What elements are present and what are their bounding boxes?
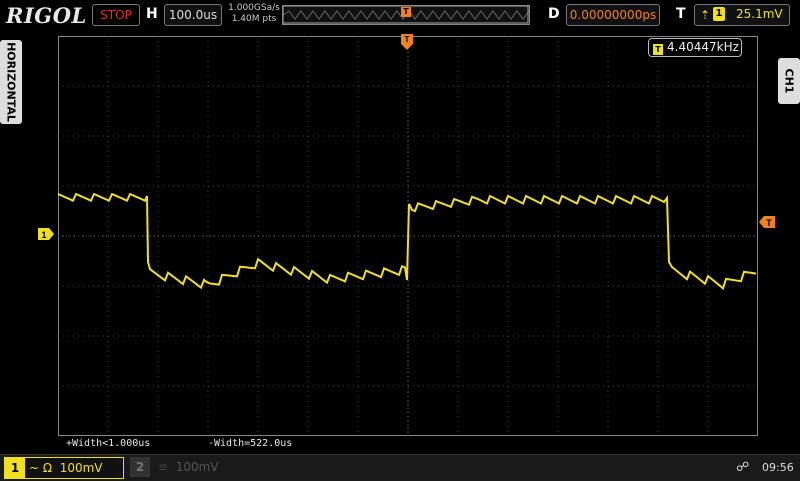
ch1-scale: 100mV [59, 461, 103, 475]
memory-depth: 1.40M pts [231, 14, 277, 24]
ch1-settings[interactable]: 1 ~ Ω 100mV [4, 457, 124, 479]
ch2-settings[interactable]: 2 ≡ 100mV [130, 457, 230, 477]
clock: 09:56 [762, 461, 794, 474]
trigger-position-marker-label: T [405, 35, 410, 44]
trigger-level: 25.1mV [736, 7, 783, 21]
sample-rate: 1.000GSa/s [228, 3, 280, 13]
ch2-scale: 100mV [175, 460, 219, 474]
memory-overview-bar[interactable]: T [282, 5, 530, 25]
ch1-number: 1 [5, 458, 25, 478]
ch2-coupling-icon: ≡ [158, 460, 169, 474]
delay-label: D [548, 6, 560, 22]
trigger-level-marker-label: T [766, 218, 772, 228]
usb-icon: ☍ [736, 460, 750, 475]
neg-width-measurement: -Width=522.0us [208, 438, 293, 449]
ch2-number: 2 [130, 457, 150, 477]
waveform-display[interactable] [58, 36, 758, 436]
rising-edge-icon: ⇡ [700, 8, 711, 22]
frequency-measurement: T 4.40447kHz [648, 38, 742, 57]
trigger-label: T [676, 6, 686, 22]
ch1-waveform [58, 192, 757, 291]
trigger-position-marker[interactable]: T [398, 34, 416, 52]
frequency-value: 4.40447kHz [667, 40, 739, 54]
horizontal-menu-tab[interactable]: HORIZONTAL [0, 40, 22, 124]
timebase-value[interactable]: 100.0us [164, 4, 222, 26]
frequency-marker: T [653, 44, 663, 55]
brand-logo: RIGOL [6, 3, 87, 28]
trigger-level-marker[interactable]: T [759, 216, 775, 228]
bottom-status-bar: 1 ~ Ω 100mV 2 ≡ 100mV ☍ 09:56 [0, 454, 800, 481]
ch1-menu-tab[interactable]: CH1 [778, 58, 800, 104]
trigger-source: 1 [713, 7, 725, 21]
pos-width-measurement: +Width<1.000us [66, 438, 151, 449]
delay-value[interactable]: 0.00000000ps [566, 4, 660, 26]
ch1-ground-marker[interactable]: 1 [38, 228, 54, 240]
acquisition-info: 1.000GSa/s 1.40M pts [228, 3, 280, 25]
ch1-coupling: ~ Ω [29, 461, 53, 475]
memory-trigger-marker: T [401, 7, 411, 17]
ch1-ground-marker-label: 1 [41, 230, 46, 240]
run-stop-status[interactable]: STOP [92, 4, 140, 26]
top-status-bar: RIGOL STOP H 100.0us 1.000GSa/s 1.40M pt… [0, 0, 800, 32]
timebase-label: H [146, 6, 158, 22]
ch1-menu-label: CH1 [782, 68, 796, 94]
horizontal-menu-label: HORIZONTAL [4, 42, 18, 122]
